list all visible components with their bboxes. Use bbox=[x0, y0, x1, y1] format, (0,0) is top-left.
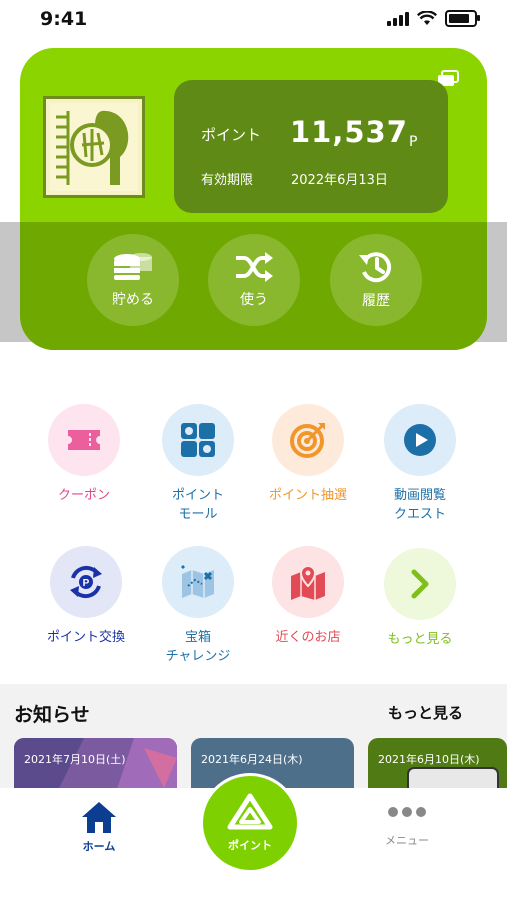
coupon-icon bbox=[68, 430, 100, 450]
home-icon bbox=[82, 802, 116, 833]
menu-point-mall[interactable]: ポイント モール bbox=[138, 404, 258, 524]
menu-nearby-stores[interactable]: 近くのお店 bbox=[248, 546, 368, 647]
news-date: 2021年7月10日(土) bbox=[24, 753, 126, 766]
coupon-circle bbox=[48, 404, 120, 476]
more-circle bbox=[384, 548, 456, 620]
use-button[interactable]: 使う bbox=[208, 234, 300, 326]
tab-home-label: ホーム bbox=[82, 840, 116, 853]
treasure-circle bbox=[162, 546, 234, 618]
history-button[interactable]: 履歴 bbox=[330, 234, 422, 326]
menu-treasure-challenge[interactable]: 宝箱 チャレンジ bbox=[138, 546, 258, 666]
battery-icon bbox=[445, 10, 480, 27]
point-unit: P bbox=[409, 134, 418, 150]
logo bbox=[43, 96, 145, 198]
expiry-date: 2022年6月13日 bbox=[291, 173, 388, 188]
notice-more-link[interactable]: もっと見る bbox=[388, 702, 463, 723]
news-date: 2021年6月10日(木) bbox=[378, 753, 480, 766]
menu-video-quest[interactable]: 動画閲覧 クエスト bbox=[360, 404, 480, 524]
play-icon bbox=[404, 424, 436, 456]
tab-menu-label: メニュー bbox=[385, 834, 429, 847]
map-circle bbox=[272, 546, 344, 618]
tab-menu[interactable]: メニュー bbox=[367, 806, 447, 848]
tab-home[interactable]: ホーム bbox=[60, 800, 138, 854]
earn-button[interactable]: 貯める bbox=[87, 234, 179, 326]
exchange-icon: P bbox=[70, 565, 102, 599]
coins-icon bbox=[114, 253, 152, 280]
menu-point-lottery[interactable]: ポイント抽選 bbox=[248, 404, 368, 505]
earn-label: 貯める bbox=[112, 292, 154, 308]
use-label: 使う bbox=[240, 292, 268, 308]
status-time: 9:41 bbox=[40, 8, 88, 30]
exchange-circle: P bbox=[50, 546, 122, 618]
news-date: 2021年6月24日(木) bbox=[201, 753, 303, 766]
history-icon bbox=[359, 252, 392, 283]
point-label: ポイント bbox=[201, 126, 262, 144]
chevron-right-icon bbox=[411, 569, 429, 599]
wifi-icon bbox=[417, 11, 437, 25]
menu-coupon[interactable]: クーポン bbox=[24, 404, 144, 505]
svg-text:P: P bbox=[83, 578, 90, 589]
menu-treasure-challenge-label: 宝箱 チャレンジ bbox=[165, 630, 231, 664]
point-logo-icon bbox=[227, 793, 273, 830]
menu-coupon-label: クーポン bbox=[57, 488, 110, 503]
menu-point-exchange[interactable]: P ポイント交換 bbox=[26, 546, 146, 647]
menu-point-lottery-label: ポイント抽選 bbox=[268, 488, 347, 503]
signal-icon bbox=[387, 11, 409, 26]
more-dots-icon bbox=[388, 807, 426, 817]
menu-video-quest-label: 動画閲覧 クエスト bbox=[393, 488, 446, 522]
map-pin-icon bbox=[291, 564, 325, 600]
menu-point-exchange-label: ポイント交換 bbox=[46, 630, 125, 645]
notice-title: お知らせ bbox=[14, 704, 90, 726]
shuffle-icon bbox=[236, 252, 273, 282]
menu-nearby-stores-label: 近くのお店 bbox=[275, 630, 341, 645]
status-icons bbox=[387, 10, 480, 27]
tab-point[interactable]: ポイント bbox=[203, 776, 297, 870]
history-label: 履歴 bbox=[362, 293, 390, 309]
point-value: 11,537 bbox=[290, 115, 408, 149]
menu-point-mall-label: ポイント モール bbox=[171, 488, 224, 522]
mall-circle bbox=[162, 404, 234, 476]
expiry-label: 有効期限 bbox=[201, 173, 254, 188]
mall-icon bbox=[181, 423, 215, 457]
target-icon bbox=[290, 423, 325, 458]
play-circle bbox=[384, 404, 456, 476]
target-circle bbox=[272, 404, 344, 476]
menu-see-more-label: もっと見る bbox=[387, 632, 453, 647]
menu-see-more[interactable]: もっと見る bbox=[360, 548, 480, 649]
treasure-map-icon bbox=[181, 565, 214, 598]
tab-point-label: ポイント bbox=[228, 839, 272, 852]
